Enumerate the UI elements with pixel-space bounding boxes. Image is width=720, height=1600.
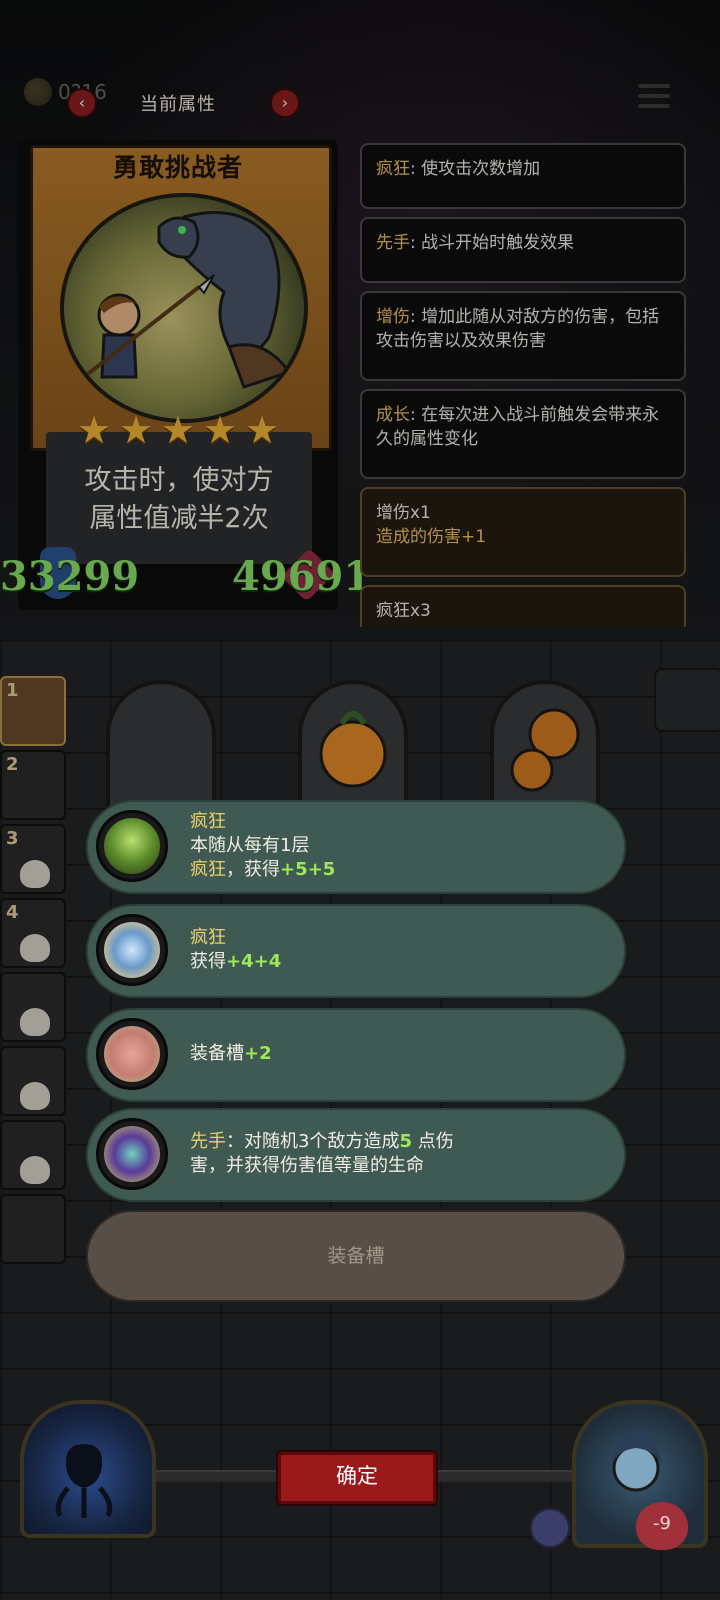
crystal-icon <box>96 914 168 986</box>
equipment-entry[interactable]: 疯狂 获得+4+4 <box>86 904 626 998</box>
defense-icon <box>530 1508 570 1548</box>
equipment-entry[interactable]: 疯狂 本随从每有1层 疯狂，获得+5+5 <box>86 800 626 894</box>
green-skull-icon <box>96 810 168 882</box>
pig-icon <box>96 1018 168 1090</box>
equipment-slot-button[interactable]: 装备槽 <box>86 1210 626 1302</box>
player-portal[interactable] <box>20 1400 156 1538</box>
entry-text: 装备槽+2 <box>190 1043 272 1064</box>
enemy-hp-badge: -9 <box>636 1502 688 1550</box>
confirm-button[interactable]: 确定 <box>278 1452 436 1504</box>
equipment-entry[interactable]: 先手：对随机3个敌方造成5 点伤 害，并获得伤害值等量的生命 <box>86 1108 626 1202</box>
equipment-entry[interactable]: 装备槽+2 <box>86 1008 626 1102</box>
entry-text: 先手：对随机3个敌方造成5 点伤 害，并获得伤害值等量的生命 <box>190 1131 454 1176</box>
entry-text: 疯狂 获得+4+4 <box>190 927 282 972</box>
entry-text: 疯狂 本随从每有1层 疯狂，获得+5+5 <box>190 811 336 880</box>
purple-blade-icon <box>96 1118 168 1190</box>
